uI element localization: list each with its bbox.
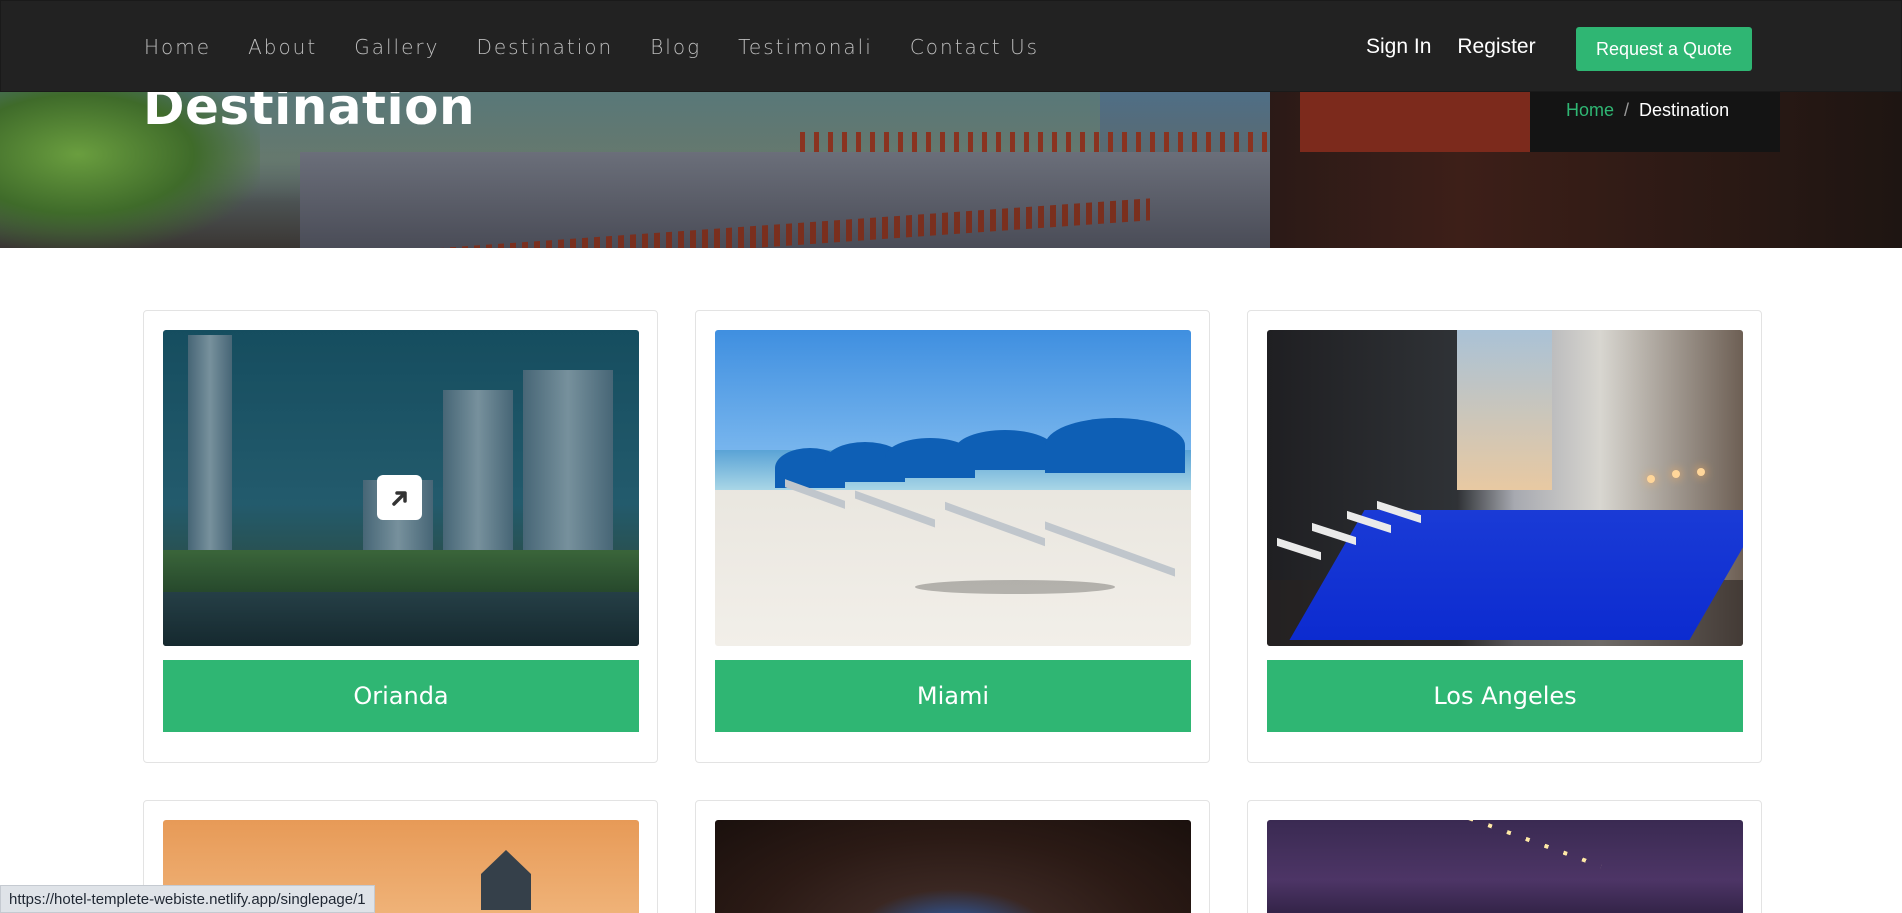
nav-blog[interactable]: Blog (650, 35, 701, 59)
destination-card-miami: Miami (695, 310, 1210, 763)
register-link[interactable]: Register (1457, 35, 1535, 59)
destination-card-los-angeles: Los Angeles (1247, 310, 1762, 763)
status-bar-url: https://hotel-templete-webiste.netlify.a… (0, 885, 375, 913)
destination-image-row2-2[interactable] (715, 820, 1191, 913)
nav-home[interactable]: Home (144, 35, 211, 59)
destination-card-row2-2 (695, 800, 1210, 913)
destination-card-orianda: Orianda (143, 310, 658, 763)
nav-gallery[interactable]: Gallery (354, 35, 439, 59)
destination-button-los-angeles[interactable]: Los Angeles (1267, 660, 1743, 732)
destination-image-row2-3[interactable] (1267, 820, 1743, 913)
sign-in-link[interactable]: Sign In (1366, 35, 1431, 59)
breadcrumb-separator: / (1624, 100, 1630, 120)
breadcrumb-home-link[interactable]: Home (1566, 100, 1614, 121)
destination-image-miami[interactable] (715, 330, 1191, 646)
top-navbar: Home About Gallery Destination Blog Test… (0, 0, 1902, 92)
nav-contact[interactable]: Contact Us (910, 35, 1039, 59)
destination-card-row2-3 (1247, 800, 1762, 913)
breadcrumb-current: Destination (1639, 100, 1730, 120)
destination-image-los-angeles[interactable] (1267, 330, 1743, 646)
hero-building-window (1300, 92, 1560, 152)
request-quote-button[interactable]: Request a Quote (1576, 27, 1752, 71)
destination-button-orianda[interactable]: Orianda (163, 660, 639, 732)
nav-about[interactable]: About (248, 35, 317, 59)
nav-destination[interactable]: Destination (476, 35, 613, 59)
nav-testimonial[interactable]: Testimonali (738, 35, 873, 59)
destination-button-miami[interactable]: Miami (715, 660, 1191, 732)
breadcrumb: Home / Destination (1566, 100, 1729, 121)
nav-links: Home About Gallery Destination Blog Test… (144, 1, 1076, 93)
destination-image-orianda[interactable] (163, 330, 639, 646)
external-link-arrow-icon[interactable] (377, 475, 422, 520)
auth-links: Sign In Register (1366, 1, 1562, 93)
